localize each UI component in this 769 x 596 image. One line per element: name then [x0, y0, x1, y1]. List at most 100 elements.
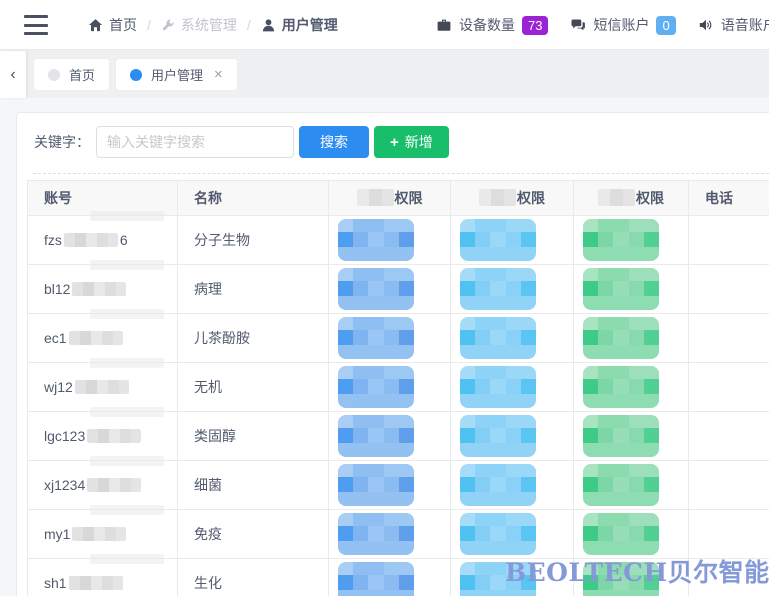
redacted-permission-tag [460, 513, 536, 555]
add-button-label: 新增 [405, 132, 433, 152]
permission-cell-3 [574, 559, 689, 596]
name-cell: 细菌 [178, 461, 329, 510]
menu-toggle-icon[interactable] [24, 15, 48, 35]
table-header-row: 账号 名称 权限 权限 权限 电话 [28, 181, 769, 216]
account-prefix: my1 [44, 526, 70, 542]
redacted-account-segment [64, 233, 118, 247]
column-header-name: 名称 [178, 181, 329, 216]
account-cell: bl12 [28, 265, 178, 314]
redacted-permission-tag [460, 415, 536, 457]
phone-cell [689, 412, 769, 461]
permission-cell-2 [451, 314, 574, 363]
keyword-label: 关键字： [34, 132, 90, 152]
account-cell: lgc123 [28, 412, 178, 461]
redacted-permission-tag [338, 366, 414, 408]
permission-cell-3 [574, 314, 689, 363]
permission-cell-2 [451, 559, 574, 596]
breadcrumb-item-system[interactable]: 系统管理 [161, 15, 237, 35]
search-button[interactable]: 搜索 [299, 126, 369, 158]
search-input[interactable] [96, 126, 294, 158]
user-icon [261, 18, 276, 33]
phone-cell [689, 314, 769, 363]
redacted-account-segment [72, 282, 126, 296]
breadcrumb-label: 系统管理 [181, 15, 237, 35]
redacted-header-segment [357, 189, 394, 206]
stat-voice-account[interactable]: 语音账户 0 [698, 15, 769, 35]
redacted-account-segment [72, 527, 126, 541]
name-cell: 病理 [178, 265, 329, 314]
column-header-permission-2: 权限 [451, 181, 574, 216]
table-row: ec1 儿茶酚胺 [28, 314, 769, 363]
redacted-header-segment [479, 189, 516, 206]
breadcrumb-separator: / [247, 17, 251, 33]
tab-label: 用户管理 [151, 65, 203, 84]
tab-status-dot [130, 69, 142, 81]
tab-close-icon[interactable]: × [214, 66, 223, 83]
column-header-phone: 电话 [689, 181, 769, 216]
plus-icon: + [390, 135, 399, 150]
redacted-permission-tag [583, 415, 659, 457]
stat-label: 短信账户 [593, 15, 649, 35]
tab-home[interactable]: 首页 [34, 59, 109, 90]
name-cell: 生化 [178, 559, 329, 596]
redacted-account-segment [69, 576, 123, 590]
tab-label: 首页 [69, 65, 95, 84]
add-button[interactable]: + 新增 [374, 126, 449, 158]
permission-cell-3 [574, 510, 689, 559]
voice-icon [698, 17, 714, 33]
column-header-permission-3: 权限 [574, 181, 689, 216]
redacted-permission-tag [583, 317, 659, 359]
permission-cell-1 [329, 461, 451, 510]
stat-device-count[interactable]: 设备数量 73 [436, 15, 548, 35]
permission-cell-1 [329, 510, 451, 559]
users-table-container: 账号 名称 权限 权限 权限 电话 fzs6 分子生物 bl12 病理 [27, 180, 769, 596]
tab-status-dot [48, 69, 60, 81]
permission-cell-3 [574, 412, 689, 461]
breadcrumb-label: 用户管理 [282, 15, 338, 35]
redacted-permission-tag [460, 562, 536, 596]
breadcrumb-item-home[interactable]: 首页 [88, 15, 137, 35]
device-icon [436, 17, 452, 33]
table-row: lgc123 类固醇 [28, 412, 769, 461]
breadcrumb-item-users[interactable]: 用户管理 [261, 15, 338, 35]
account-cell: ec1 [28, 314, 178, 363]
account-prefix: lgc123 [44, 428, 85, 444]
phone-cell [689, 510, 769, 559]
home-icon [88, 18, 103, 33]
redacted-permission-tag [338, 317, 414, 359]
sms-icon [570, 17, 586, 33]
permission-cell-3 [574, 461, 689, 510]
navbar-stats: 设备数量 73 短信账户 0 语音账户 0 [436, 0, 769, 50]
stat-label: 设备数量 [459, 15, 515, 35]
redacted-permission-tag [583, 562, 659, 596]
account-prefix: ec1 [44, 330, 67, 346]
account-cell: wj12 [28, 363, 178, 412]
permission-cell-3 [574, 363, 689, 412]
column-header-account: 账号 [28, 181, 178, 216]
permission-cell-1 [329, 363, 451, 412]
redacted-permission-tag [583, 366, 659, 408]
permission-cell-2 [451, 510, 574, 559]
permission-cell-2 [451, 412, 574, 461]
permission-cell-1 [329, 216, 451, 265]
table-row: fzs6 分子生物 [28, 216, 769, 265]
redacted-permission-tag [460, 464, 536, 506]
tab-user-management[interactable]: 用户管理 × [116, 59, 237, 90]
redacted-account-segment [75, 380, 129, 394]
redacted-permission-tag [583, 268, 659, 310]
redacted-permission-tag [338, 268, 414, 310]
permission-cell-3 [574, 265, 689, 314]
users-table: 账号 名称 权限 权限 权限 电话 fzs6 分子生物 bl12 病理 [27, 180, 769, 596]
redacted-permission-tag [583, 219, 659, 261]
breadcrumb-separator: / [147, 17, 151, 33]
redacted-account-segment [87, 478, 141, 492]
stat-sms-account[interactable]: 短信账户 0 [570, 15, 675, 35]
name-cell: 类固醇 [178, 412, 329, 461]
account-prefix: sh1 [44, 575, 67, 591]
permission-cell-1 [329, 314, 451, 363]
redacted-permission-tag [583, 513, 659, 555]
permission-cell-2 [451, 265, 574, 314]
tabs-scroll-left-button[interactable]: ‹ [0, 51, 26, 98]
permission-cell-2 [451, 461, 574, 510]
phone-cell [689, 461, 769, 510]
